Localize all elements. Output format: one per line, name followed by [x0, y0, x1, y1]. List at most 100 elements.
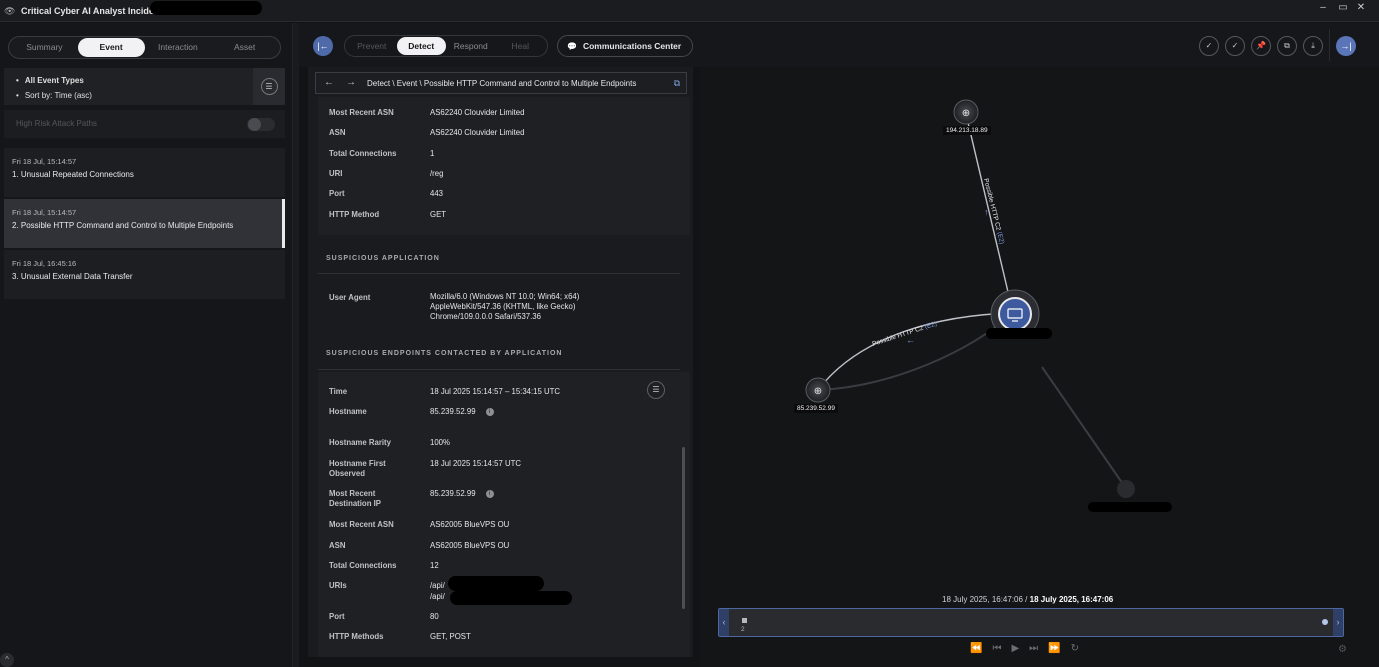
collapse-right-button[interactable]: →| — [1336, 36, 1356, 56]
check-all-icon[interactable]: ✓ — [1225, 36, 1245, 56]
row-value: 1 — [430, 149, 435, 158]
toggle-knob — [248, 118, 261, 131]
redacted-block — [986, 328, 1052, 339]
event-item-1[interactable]: Fri 18 Jul, 15:14:57 1. Unusual Repeated… — [4, 148, 285, 197]
pin-icon[interactable]: 📌 — [1251, 36, 1271, 56]
row-label: Hostname Rarity — [329, 438, 391, 447]
node-device[interactable] — [998, 297, 1032, 331]
download-icon[interactable]: ⤓ — [1303, 36, 1323, 56]
tab-summary[interactable]: Summary — [11, 38, 78, 57]
interaction-graph: ⊕ ⊕ Possible HTTP C2 (E2) ↑ Possible HTT… — [700, 67, 1379, 667]
timeline-prev-button[interactable]: ‹ — [719, 609, 729, 636]
breadcrumb-path: Detect \ Event \ Possible HTTP Command a… — [367, 79, 637, 88]
tab-interaction[interactable]: Interaction — [145, 38, 212, 57]
uri-value-2: /api/ — [430, 592, 445, 601]
row-value: GET — [430, 210, 447, 219]
endpoint-details — [318, 372, 690, 657]
info-icon[interactable]: i — [485, 407, 494, 416]
high-risk-attack-paths: High Risk Attack Paths — [4, 110, 285, 138]
edge-label-text: Possible HTTP C2 — [871, 325, 924, 348]
row-value: 85.239.52.99 i — [430, 407, 494, 417]
maximize-button[interactable]: ▭ — [1334, 2, 1352, 13]
rewind-icon[interactable]: ⏪ — [970, 643, 986, 654]
row-value: 443 — [430, 189, 444, 198]
row-label: Port — [329, 612, 345, 621]
divider — [318, 273, 680, 274]
globe-icon: ⊕ — [814, 386, 822, 397]
timeline-next-button[interactable]: › — [1333, 609, 1343, 636]
row-value: 80 — [430, 612, 439, 621]
acknowledge-check-icon[interactable]: ✓ — [1199, 36, 1219, 56]
window-title: Critical Cyber AI Analyst Incident — [21, 5, 163, 16]
node-label: 194.213.18.89 — [943, 126, 991, 135]
skip-back-icon[interactable]: ⏮ — [992, 643, 1005, 654]
tab-detect[interactable]: Detect — [396, 37, 446, 55]
breadcrumb: ← → Detect \ Event \ Possible HTTP Comma… — [315, 72, 687, 94]
title-bar: 👁 Critical Cyber AI Analyst Incident – ▭… — [0, 0, 1379, 22]
row-label: Port — [329, 189, 345, 198]
row-value: AS62240 Clouvider Limited — [430, 108, 525, 117]
expand-up-button[interactable]: ^ — [0, 653, 14, 667]
tab-event[interactable]: Event — [77, 38, 145, 57]
attack-paths-toggle[interactable] — [247, 118, 275, 131]
user-agent-line-2: AppleWebKit/547.36 (KHTML, like Gecko) — [430, 302, 576, 311]
left-panel: Summary Event Interaction Asset All Even… — [0, 23, 293, 667]
timeline-handle[interactable] — [1322, 619, 1328, 625]
event-time: Fri 18 Jul, 15:14:57 — [12, 157, 77, 166]
row-label: HTTP Methods — [329, 632, 384, 641]
forward-arrow-icon[interactable]: → — [346, 77, 356, 88]
fast-forward-icon[interactable]: ⏩ — [1048, 643, 1064, 654]
row-value: 12 — [430, 561, 439, 570]
row-label: Most Recent Destination IP — [329, 489, 381, 508]
redacted-block — [448, 576, 544, 591]
row-value: 18 Jul 2025 15:14:57 – 15:34:15 UTC — [430, 387, 561, 396]
replay-icon[interactable]: ↻ — [1071, 643, 1083, 654]
tab-respond[interactable]: Respond — [446, 37, 496, 55]
back-arrow-icon[interactable]: ← — [324, 77, 334, 88]
row-label: Time — [329, 387, 348, 396]
node-label: 85.239.52.99 — [794, 404, 838, 413]
direction-arrow-icon: ↑ — [984, 207, 989, 217]
row-value: 18 Jul 2025 15:14:57 UTC — [430, 459, 522, 468]
event-name: 2. Possible HTTP Command and Control to … — [12, 221, 234, 230]
edge-faint — [817, 312, 1014, 391]
event-item-3[interactable]: Fri 18 Jul, 16:45:16 3. Unusual External… — [4, 250, 285, 299]
edge-c2-left[interactable] — [817, 312, 1014, 391]
minimize-button[interactable]: – — [1314, 2, 1332, 13]
copy-icon[interactable]: ⧉ — [1277, 36, 1297, 56]
row-label: HTTP Method — [329, 210, 380, 219]
tab-heal[interactable]: Heal — [496, 37, 546, 55]
timeline-bar[interactable]: ‹ 2 › — [718, 608, 1344, 637]
panel-splitter[interactable] — [293, 23, 299, 667]
row-label: URI — [329, 169, 343, 178]
playback-controls: ⏪ ⏮ ▶ ⏭ ⏩ ↻ — [970, 643, 1089, 654]
collapse-left-button[interactable]: |← — [313, 36, 333, 56]
attack-paths-label: High Risk Attack Paths — [16, 119, 97, 128]
close-window-button[interactable]: ✕ — [1352, 2, 1370, 13]
tab-asset[interactable]: Asset — [211, 38, 278, 57]
incident-tabs: Summary Event Interaction Asset — [8, 36, 281, 59]
gear-icon[interactable]: ⚙ — [1338, 644, 1347, 655]
communications-center-button[interactable]: 💬 Communications Center — [557, 35, 693, 57]
scrollbar[interactable] — [682, 447, 685, 609]
suspicious-endpoints-heading: SUSPICIOUS ENDPOINTS CONTACTED BY APPLIC… — [326, 350, 563, 357]
tab-prevent[interactable]: Prevent — [347, 37, 397, 55]
redacted-block — [450, 591, 572, 605]
skip-forward-icon[interactable]: ⏭ — [1029, 643, 1042, 654]
row-label: Hostname — [329, 407, 367, 416]
row-value: AS62240 Clouvider Limited — [430, 128, 525, 137]
suspicious-application-heading: SUSPICIOUS APPLICATION — [326, 255, 440, 262]
info-icon[interactable]: i — [485, 489, 494, 498]
list-view-icon[interactable]: ☰ — [647, 381, 665, 399]
filter-settings-button[interactable]: ☰ — [253, 68, 285, 105]
row-value: /reg — [430, 169, 444, 178]
node-faint — [1117, 480, 1135, 498]
timeline-marker[interactable] — [742, 618, 747, 623]
play-icon[interactable]: ▶ — [1011, 643, 1023, 654]
filter-sort: Sort by: Time (asc) — [16, 88, 92, 103]
copy-link-icon[interactable]: ⧉ — [674, 78, 680, 89]
edge-c2-upper[interactable] — [965, 113, 1014, 314]
filter-sliders-icon: ☰ — [260, 78, 278, 95]
time-end: 18 July 2025, 16:47:06 — [1029, 595, 1114, 604]
event-item-2[interactable]: Fri 18 Jul, 15:14:57 2. Possible HTTP Co… — [4, 199, 285, 248]
